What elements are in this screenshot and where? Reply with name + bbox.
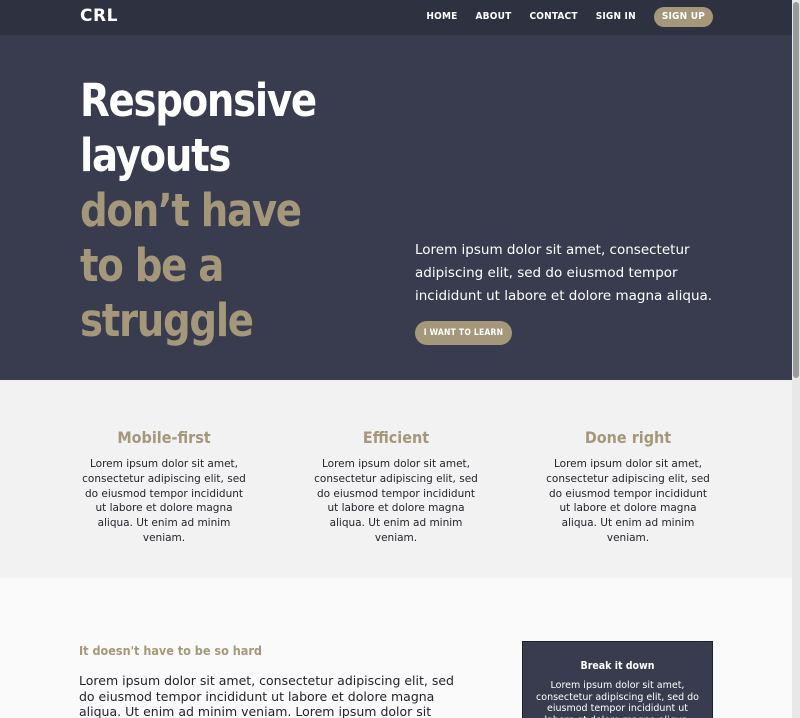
scrollbar-thumb[interactable]: [793, 2, 799, 378]
article-body: Lorem ipsum dolor sit amet, consectetur …: [79, 673, 454, 718]
vertical-scrollbar[interactable]: [792, 0, 800, 718]
feature-text: Lorem ipsum dolor sit amet, consectetur …: [314, 458, 478, 544]
hero-title: Responsive layouts don’t have to be a st…: [80, 73, 317, 348]
hero-section: Responsive layouts don’t have to be a st…: [0, 35, 792, 380]
hero-title-line: layouts: [80, 129, 231, 182]
feature-mobile-first: Mobile-first Lorem ipsum dolor sit amet,…: [78, 428, 250, 546]
hero-title-line-accent: struggle: [80, 294, 254, 347]
feature-text: Lorem ipsum dolor sit amet, consectetur …: [82, 458, 246, 544]
hero-title-line: Responsive: [80, 74, 317, 127]
feature-text: Lorem ipsum dolor sit amet, consectetur …: [546, 458, 710, 544]
hero-description: Lorem ipsum dolor sit amet, consectetur …: [415, 242, 713, 304]
hero-title-line-accent: to be a: [80, 239, 224, 292]
card-text: Lorem ipsum dolor sit amet, consectetur …: [536, 680, 699, 718]
feature-done-right: Done right Lorem ipsum dolor sit amet, c…: [542, 428, 714, 546]
site-header: CRL HOME ABOUT CONTACT SIGN IN SIGN UP: [0, 0, 792, 35]
feature-title: Efficient: [362, 428, 430, 447]
nav-contact-link[interactable]: CONTACT: [529, 7, 577, 27]
content-section: It doesn't have to be so hard Lorem ipsu…: [0, 578, 792, 718]
article-heading: It doesn't have to be so hard: [79, 643, 262, 658]
hero-title-line-accent: don’t have: [80, 184, 302, 237]
learn-button[interactable]: I WANT TO LEARN: [415, 321, 512, 345]
signup-button[interactable]: SIGN UP: [653, 7, 713, 27]
nav-home-link[interactable]: HOME: [426, 7, 457, 27]
nav-signin-link[interactable]: SIGN IN: [596, 7, 636, 27]
card-title: Break it down: [580, 660, 655, 672]
feature-title: Done right: [584, 428, 672, 447]
sidebar-card: Break it down Lorem ipsum dolor sit amet…: [522, 641, 713, 718]
page-viewport: CRL HOME ABOUT CONTACT SIGN IN SIGN UP R…: [0, 0, 792, 718]
site-logo[interactable]: CRL: [80, 6, 118, 26]
nav-about-link[interactable]: ABOUT: [476, 7, 512, 27]
features-section: Mobile-first Lorem ipsum dolor sit amet,…: [0, 380, 792, 578]
feature-efficient: Efficient Lorem ipsum dolor sit amet, co…: [310, 428, 482, 546]
feature-title: Mobile-first: [117, 428, 211, 447]
main-nav: HOME ABOUT CONTACT SIGN IN SIGN UP: [408, 7, 713, 27]
